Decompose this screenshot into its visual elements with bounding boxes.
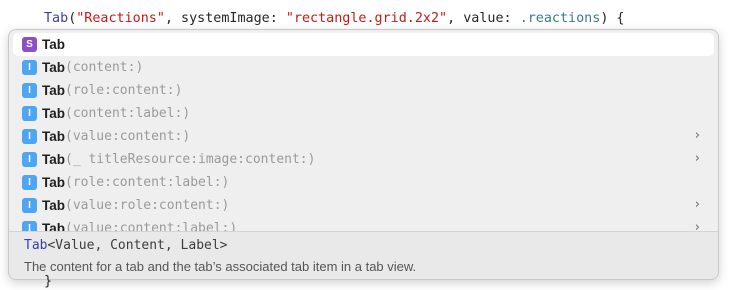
completion-list[interactable]: S Tab I Tab (content:) I Tab (role:content:) I Ta… xyxy=(9,30,718,231)
code-closing-brace: } xyxy=(44,274,53,289)
completion-detail-panel: Tab<Value, Content, Label> The content f… xyxy=(9,231,718,279)
completion-name: Tab xyxy=(42,198,65,213)
completion-signature: Tab<Value, Content, Label> xyxy=(24,238,228,253)
completion-params: (content:) xyxy=(65,60,144,75)
initializer-badge-icon: I xyxy=(22,152,37,167)
code-string-image: "rectangle.grid.2x2" xyxy=(285,11,448,26)
code-system-image-label: , systemImage: xyxy=(164,11,286,26)
initializer-badge-icon: I xyxy=(22,60,37,75)
completion-popup[interactable]: S Tab I Tab (content:) I Tab (role:content:) I Ta… xyxy=(8,29,719,280)
completion-name: Tab xyxy=(42,129,65,144)
initializer-badge-icon: I xyxy=(22,175,37,190)
completion-name: Tab xyxy=(42,60,65,75)
code-type-token: Tab xyxy=(44,11,69,26)
initializer-badge-icon: I xyxy=(22,106,37,121)
initializer-badge-icon: I xyxy=(22,221,37,231)
completion-name: Tab xyxy=(42,83,65,98)
initializer-badge-icon: I xyxy=(22,129,37,144)
code-value-label: , value: xyxy=(447,11,520,26)
completion-name: Tab xyxy=(42,152,65,167)
completion-item[interactable]: I Tab (content:label:) xyxy=(13,102,714,125)
completion-params: (value:role:content:) xyxy=(65,198,230,213)
completion-name: Tab xyxy=(42,175,65,190)
chevron-right-icon[interactable]: › xyxy=(695,197,700,212)
completion-params: (_ titleResource:image:content:) xyxy=(65,152,316,167)
completion-params: (role:content:label:) xyxy=(65,175,230,190)
completion-item[interactable]: I Tab (role:content:) xyxy=(13,79,714,102)
chevron-right-icon[interactable]: › xyxy=(695,128,700,143)
completion-item[interactable]: S Tab xyxy=(13,33,714,56)
chevron-right-icon[interactable]: › xyxy=(695,220,700,231)
initializer-badge-icon: I xyxy=(22,83,37,98)
completion-item[interactable]: I Tab (value:content:) › xyxy=(13,125,714,148)
completion-item[interactable]: I Tab (value:content:label:) › xyxy=(13,217,714,231)
struct-badge-icon: S xyxy=(22,37,37,52)
completion-item[interactable]: I Tab (value:role:content:) › xyxy=(13,194,714,217)
code-close: ) { xyxy=(600,11,625,26)
signature-type: Tab xyxy=(24,238,48,253)
completion-name: Tab xyxy=(42,221,65,231)
code-line[interactable]: Tab("Reactions", systemImage: "rectangle… xyxy=(44,9,625,29)
completion-item[interactable]: I Tab (_ titleResource:image:content:) › xyxy=(13,148,714,171)
completion-params: (role:content:) xyxy=(65,83,183,98)
signature-generics: <Value, Content, Label> xyxy=(47,238,228,253)
completion-name: Tab xyxy=(42,37,65,52)
completion-item[interactable]: I Tab (content:) xyxy=(13,56,714,79)
completion-name: Tab xyxy=(42,106,65,121)
completion-params: (value:content:label:) xyxy=(65,221,238,231)
code-string-title: "Reactions" xyxy=(76,11,165,26)
completion-description: The content for a tab and the tab’s asso… xyxy=(24,259,417,274)
code-member-token: .reactions xyxy=(519,11,601,26)
completion-params: (value:content:) xyxy=(65,129,191,144)
chevron-right-icon[interactable]: › xyxy=(695,151,700,166)
completion-params: (content:label:) xyxy=(65,106,191,121)
initializer-badge-icon: I xyxy=(22,198,37,213)
completion-item[interactable]: I Tab (role:content:label:) xyxy=(13,171,714,194)
